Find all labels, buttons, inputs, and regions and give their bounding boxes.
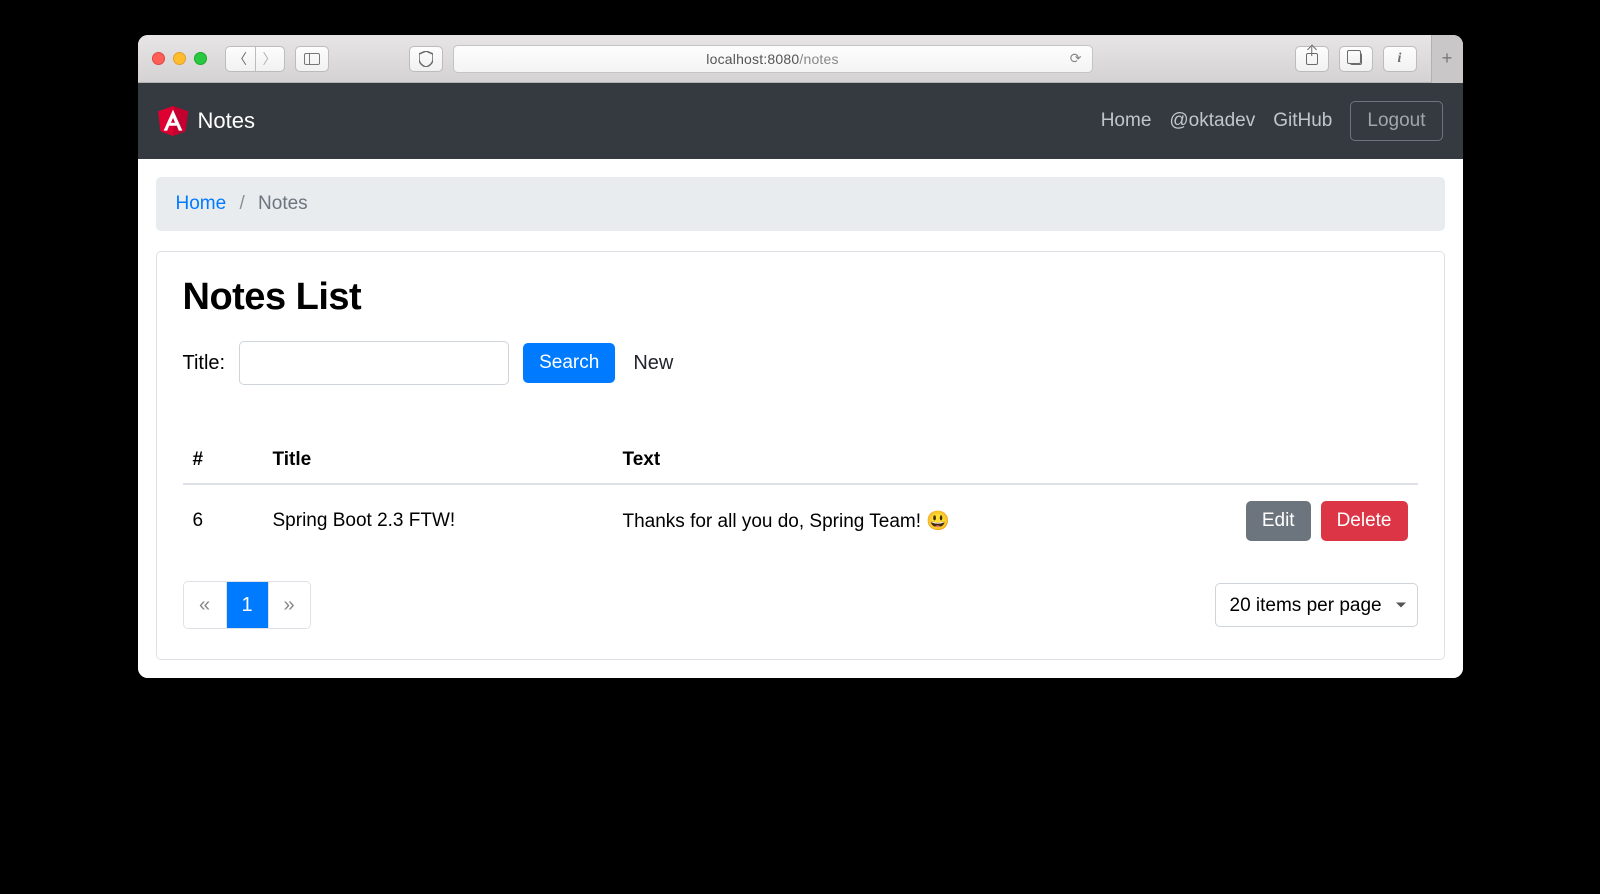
- plus-icon: +: [1442, 48, 1453, 69]
- angular-logo-icon: [158, 105, 188, 137]
- th-id: #: [183, 437, 263, 484]
- info-button[interactable]: i: [1383, 46, 1417, 72]
- forward-button[interactable]: 〉: [255, 46, 285, 72]
- container: Home / Notes Notes List Title: Search Ne…: [138, 159, 1463, 678]
- sidebar-icon: [304, 53, 320, 65]
- notes-table: # Title Text 6 Spring Boot 2.3 FTW! Than…: [183, 437, 1418, 557]
- share-icon: [1306, 53, 1318, 65]
- back-button[interactable]: 〈: [225, 46, 255, 72]
- tabs-button[interactable]: [1339, 46, 1373, 72]
- window-minimize-button[interactable]: [173, 52, 186, 65]
- cell-title: Spring Boot 2.3 FTW!: [263, 484, 613, 557]
- edit-button[interactable]: Edit: [1246, 501, 1311, 541]
- per-page-select[interactable]: 20 items per page: [1215, 583, 1418, 627]
- reload-icon[interactable]: ⟳: [1070, 50, 1082, 67]
- table-header-row: # Title Text: [183, 437, 1418, 484]
- page-next[interactable]: »: [268, 582, 310, 628]
- nav-link-github[interactable]: GitHub: [1273, 110, 1332, 132]
- shield-icon: [419, 51, 433, 67]
- page-content: Notes Home @oktadev GitHub Logout Home /…: [138, 83, 1463, 678]
- new-link[interactable]: New: [633, 352, 673, 375]
- brand-text: Notes: [198, 108, 255, 134]
- sidebar-toggle-button[interactable]: [295, 46, 329, 72]
- delete-button[interactable]: Delete: [1321, 501, 1408, 541]
- brand[interactable]: Notes: [158, 105, 255, 137]
- chevron-left-icon: 〈: [233, 49, 247, 69]
- nav-link-oktadev[interactable]: @oktadev: [1169, 110, 1255, 132]
- privacy-report-button[interactable]: [409, 46, 443, 72]
- row-actions: Edit Delete: [1228, 501, 1408, 541]
- chevron-right-icon: 〉: [263, 49, 277, 69]
- pagination: « 1 »: [183, 581, 311, 629]
- table-row: 6 Spring Boot 2.3 FTW! Thanks for all yo…: [183, 484, 1418, 557]
- window-controls: [152, 52, 207, 65]
- breadcrumb: Home / Notes: [156, 177, 1445, 231]
- page-prev[interactable]: «: [184, 582, 226, 628]
- logout-button[interactable]: Logout: [1350, 101, 1442, 141]
- new-tab-button[interactable]: +: [1431, 35, 1463, 83]
- browser-window: 〈 〉 localhost:8080/notes ⟳ i + No: [138, 35, 1463, 678]
- table-footer: « 1 » 20 items per page: [183, 581, 1418, 629]
- address-bar[interactable]: localhost:8080/notes ⟳: [453, 45, 1093, 73]
- cell-text: Thanks for all you do, Spring Team! 😃: [613, 484, 1218, 557]
- main-card: Notes List Title: Search New # Title Tex…: [156, 251, 1445, 660]
- breadcrumb-current: Notes: [258, 193, 308, 214]
- nav-back-forward: 〈 〉: [225, 46, 285, 72]
- nav-link-home[interactable]: Home: [1101, 110, 1152, 132]
- breadcrumb-home[interactable]: Home: [176, 193, 227, 214]
- window-close-button[interactable]: [152, 52, 165, 65]
- app-navbar: Notes Home @oktadev GitHub Logout: [138, 83, 1463, 159]
- share-button[interactable]: [1295, 46, 1329, 72]
- th-title: Title: [263, 437, 613, 484]
- search-row: Title: Search New: [183, 341, 1418, 385]
- browser-toolbar: 〈 〉 localhost:8080/notes ⟳ i +: [138, 35, 1463, 83]
- page-1[interactable]: 1: [226, 582, 268, 628]
- search-label: Title:: [183, 352, 226, 375]
- tabs-icon: [1350, 53, 1362, 65]
- th-text: Text: [613, 437, 1218, 484]
- per-page-wrap: 20 items per page: [1215, 583, 1418, 627]
- cell-id: 6: [183, 484, 263, 557]
- th-actions: [1218, 437, 1418, 484]
- nav-right: Home @oktadev GitHub Logout: [1101, 101, 1443, 141]
- info-icon: i: [1398, 51, 1402, 67]
- breadcrumb-separator: /: [239, 193, 244, 214]
- url-text: localhost:8080/notes: [706, 51, 838, 67]
- page-title: Notes List: [183, 276, 1418, 319]
- search-input[interactable]: [239, 341, 509, 385]
- search-button[interactable]: Search: [523, 343, 615, 383]
- window-maximize-button[interactable]: [194, 52, 207, 65]
